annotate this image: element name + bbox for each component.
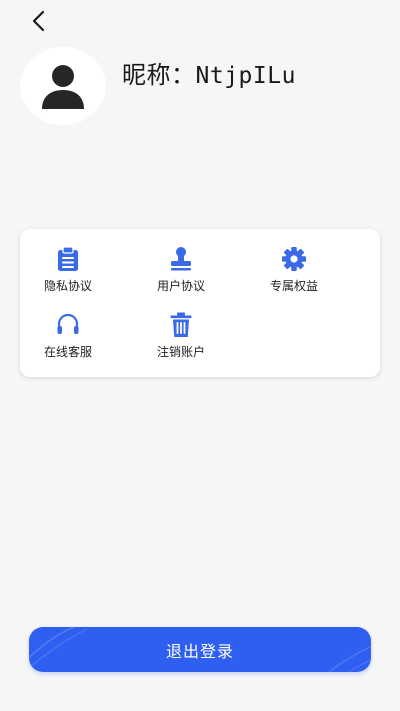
menu-item-label: 在线客服 <box>43 345 92 359</box>
nickname-value: NtjpILu <box>195 63 296 89</box>
trash-icon <box>167 311 195 339</box>
menu-item-online-service[interactable]: 在线客服 <box>23 311 113 367</box>
menu-item-exclusive-benefits[interactable]: 专属权益 <box>249 245 339 301</box>
menu-item-label: 隐私协议 <box>43 279 92 293</box>
nickname-label: 昵称： <box>122 61 196 89</box>
logout-button[interactable]: 退出登录 <box>29 627 371 672</box>
avatar[interactable] <box>20 47 106 125</box>
menu-card: 隐私协议 用户协议 专属权益 在线客服 注销账户 <box>20 229 380 377</box>
clipboard-list-icon <box>54 245 82 273</box>
menu-item-label: 用户协议 <box>156 279 205 293</box>
nickname: 昵称：NtjpILu <box>122 58 296 93</box>
menu-item-label: 专属权益 <box>269 279 318 293</box>
logout-button-label: 退出登录 <box>165 641 234 661</box>
user-silhouette-icon <box>42 65 84 109</box>
gear-icon <box>280 245 308 273</box>
menu-item-label: 注销账户 <box>156 345 205 359</box>
headset-icon <box>54 311 82 339</box>
menu-item-privacy-policy[interactable]: 隐私协议 <box>23 245 113 301</box>
stamp-icon <box>167 245 195 273</box>
back-button[interactable] <box>24 6 54 36</box>
menu-item-user-agreement[interactable]: 用户协议 <box>136 245 226 301</box>
menu-item-delete-account[interactable]: 注销账户 <box>136 311 226 367</box>
chevron-left-icon <box>32 10 45 32</box>
